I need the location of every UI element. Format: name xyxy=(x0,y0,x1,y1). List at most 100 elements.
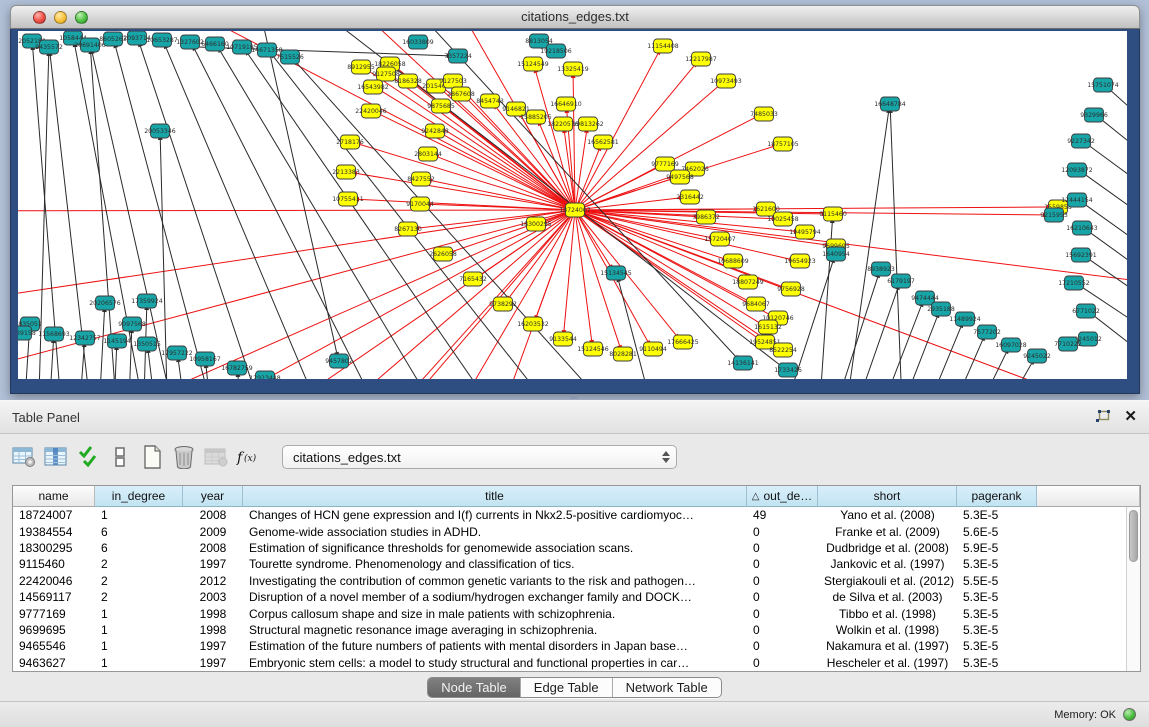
network-node[interactable]: 9227342 xyxy=(1067,134,1095,148)
network-node[interactable]: 19495794 xyxy=(789,225,821,239)
column-header-in_degree[interactable]: in_degree xyxy=(95,486,183,507)
network-node[interactable]: 16033809 xyxy=(402,35,434,49)
table-row[interactable]: 946362711997Embryonic stem cells: a mode… xyxy=(13,655,1126,671)
network-node[interactable]: 8186328 xyxy=(394,74,422,88)
table-vertical-scrollbar[interactable] xyxy=(1126,507,1140,671)
tab-edge-table[interactable]: Edge Table xyxy=(520,678,612,697)
network-node[interactable]: 10973493 xyxy=(710,74,742,88)
network-node[interactable]: 18807249 xyxy=(732,275,764,289)
column-header-short[interactable]: short xyxy=(818,486,957,507)
delete-table-button[interactable] xyxy=(202,444,229,471)
zoom-window-button[interactable] xyxy=(75,11,88,24)
network-node[interactable]: 2316442 xyxy=(676,190,704,204)
show-columns-button[interactable] xyxy=(42,444,69,471)
network-node[interactable]: 6771022 xyxy=(1072,304,1100,318)
column-header-title[interactable]: title xyxy=(243,486,747,507)
network-node[interactable]: 8267130 xyxy=(394,222,422,236)
network-node[interactable]: 15692391 xyxy=(1065,248,1097,262)
network-node[interactable]: 9245022 xyxy=(1023,349,1051,363)
network-node[interactable]: 16543982 xyxy=(357,80,389,94)
function-builder-button[interactable]: f(x) xyxy=(234,444,261,471)
network-node[interactable]: 8028281 xyxy=(609,347,637,361)
network-node[interactable]: 12093872 xyxy=(1061,163,1093,177)
network-canvas[interactable]: 1872400789129551822605891275088186328165… xyxy=(18,31,1127,379)
network-node[interactable]: 11154408 xyxy=(647,39,679,53)
network-node[interactable]: 14136141 xyxy=(727,356,759,370)
table-options-button[interactable] xyxy=(10,444,37,471)
column-header-name[interactable]: name xyxy=(13,486,95,507)
network-graph[interactable]: 1872400789129551822605891275088186328165… xyxy=(18,31,1127,379)
table-row[interactable]: 946554611997Estimation of the future num… xyxy=(13,638,1126,654)
network-node[interactable]: 15134545 xyxy=(600,266,632,280)
network-node[interactable]: 9097568 xyxy=(118,317,146,331)
column-header-pagerank[interactable]: pagerank xyxy=(957,486,1037,507)
network-node[interactable]: 9127503 xyxy=(439,74,467,88)
network-node[interactable]: 9242848 xyxy=(421,124,449,138)
network-node[interactable]: 9738292 xyxy=(489,297,517,311)
network-node[interactable]: 12342757 xyxy=(69,331,101,345)
unselect-all-button[interactable] xyxy=(106,444,133,471)
network-node[interactable]: 10653287 xyxy=(146,33,178,47)
network-node[interactable]: 2935188 xyxy=(927,302,955,316)
select-all-button[interactable] xyxy=(74,444,101,471)
table-row[interactable]: 911546021997Tourette syndrome. Phenomeno… xyxy=(13,556,1126,572)
network-node[interactable]: 13325419 xyxy=(557,62,589,76)
network-node[interactable]: 15720407 xyxy=(704,232,736,246)
network-node[interactable]: 17210552 xyxy=(1058,276,1090,290)
network-node[interactable]: 8454743 xyxy=(476,94,504,108)
network-node[interactable]: 9115460 xyxy=(819,207,847,221)
network-node[interactable]: 10958167 xyxy=(189,352,221,366)
tab-node-table[interactable]: Node Table xyxy=(428,678,520,697)
network-node[interactable]: 15124546 xyxy=(577,342,609,356)
column-header-out_de[interactable]: △out_de… xyxy=(747,486,818,507)
network-node[interactable]: 1327602 xyxy=(176,35,204,49)
network-node[interactable]: 9756928 xyxy=(777,282,805,296)
network-node[interactable]: 9497568 xyxy=(666,170,694,184)
network-node[interactable]: 8912955 xyxy=(347,60,375,74)
network-node[interactable]: 17359924 xyxy=(131,294,163,308)
network-node[interactable]: 16648784 xyxy=(874,97,906,111)
network-node[interactable]: 2867608 xyxy=(447,87,475,101)
table-row[interactable]: 2242004622012Investigating the contribut… xyxy=(13,573,1126,589)
network-node[interactable]: 6179197 xyxy=(887,274,915,288)
network-node[interactable]: 2718176 xyxy=(336,135,364,149)
network-node[interactable]: 18757105 xyxy=(767,137,799,151)
network-node[interactable]: 1350515 xyxy=(133,337,161,351)
network-node[interactable]: 9875685 xyxy=(427,99,455,113)
network-node[interactable]: 15751074 xyxy=(1087,78,1119,92)
network-node[interactable]: 9329966 xyxy=(1080,108,1108,122)
network-node[interactable]: 8427552 xyxy=(407,172,435,186)
network-node[interactable]: 20053346 xyxy=(144,124,176,138)
network-node[interactable]: 11489924 xyxy=(949,312,981,326)
network-node[interactable]: 6466160 xyxy=(201,37,229,51)
delete-column-button[interactable] xyxy=(170,444,197,471)
table-row[interactable]: 1830029562008Estimation of significance … xyxy=(13,540,1126,556)
network-node[interactable]: 9170044 xyxy=(406,197,434,211)
network-node[interactable]: 7986372 xyxy=(692,210,720,224)
network-node[interactable]: 12217987 xyxy=(685,52,717,66)
table-row[interactable]: 977716911998Corpus callosum shape and si… xyxy=(13,605,1126,621)
table-row[interactable]: 969969511998Structural magnetic resonanc… xyxy=(13,622,1126,638)
float-window-icon[interactable] xyxy=(1095,410,1110,424)
close-panel-icon[interactable]: ✕ xyxy=(1124,410,1137,424)
network-node[interactable]: 19813262 xyxy=(572,117,604,131)
table-row[interactable]: 1872400712008Changes of HCN gene express… xyxy=(13,507,1126,523)
network-node[interactable]: 2626058 xyxy=(429,247,457,261)
network-node[interactable]: 7710222 xyxy=(1054,337,1082,351)
network-node[interactable]: 7165432 xyxy=(459,272,487,286)
close-window-button[interactable] xyxy=(33,11,46,24)
network-node[interactable]: 2803144 xyxy=(414,147,442,161)
network-node[interactable]: 2213383 xyxy=(332,165,360,179)
minimize-window-button[interactable] xyxy=(54,11,67,24)
tab-network-table[interactable]: Network Table xyxy=(612,678,721,697)
network-node[interactable]: 20206576 xyxy=(89,296,121,310)
window-titlebar[interactable]: citations_edges.txt xyxy=(10,5,1140,29)
network-node[interactable]: 16646910 xyxy=(550,97,582,111)
network-node[interactable]: 7357224 xyxy=(444,49,472,63)
network-node[interactable]: 1640954 xyxy=(822,247,850,261)
network-node[interactable]: 17666425 xyxy=(667,335,699,349)
network-node[interactable]: 10688609 xyxy=(717,254,749,268)
network-node[interactable]: 16097028 xyxy=(995,338,1027,352)
network-node[interactable]: 16782759 xyxy=(221,361,253,375)
network-node[interactable]: 9110494 xyxy=(639,342,667,356)
